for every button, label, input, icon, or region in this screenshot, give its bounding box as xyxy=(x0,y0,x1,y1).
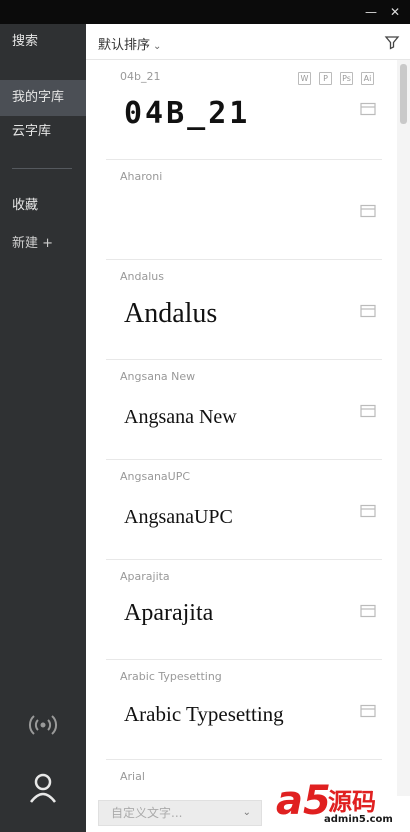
sort-label: 默认排序 xyxy=(98,38,151,53)
user-account-icon[interactable] xyxy=(28,772,58,804)
watermark-site: admin5.com xyxy=(324,814,393,825)
custom-text-input[interactable]: 自定义文字... ⌄ xyxy=(98,800,262,826)
font-preview: 04B_21 xyxy=(124,96,251,131)
custom-text-placeholder: 自定义文字... xyxy=(111,806,183,820)
font-list: 04b_21 W P Ps Ai 04B_21 Aharoni Andalus And… xyxy=(86,60,396,796)
sidebar-item-cloud-library[interactable]: 云字库 xyxy=(0,114,86,150)
chevron-down-icon: ⌄ xyxy=(153,41,162,52)
powerpoint-badge-icon[interactable]: P xyxy=(319,72,332,85)
font-name: Aharoni xyxy=(120,170,163,183)
font-preview: AngsanaUPC xyxy=(124,506,233,528)
sort-dropdown[interactable]: 默认排序 ⌄ xyxy=(98,34,161,53)
minimize-button[interactable]: — xyxy=(362,3,380,21)
font-folder-icon[interactable] xyxy=(360,304,376,318)
watermark-a5: a5 xyxy=(276,778,331,824)
sidebar-item-search[interactable]: 搜索 xyxy=(0,24,86,60)
toolbar: 默认排序 ⌄ xyxy=(86,24,410,60)
font-name: Aparajita xyxy=(120,570,170,583)
sidebar-item-my-library[interactable]: 我的字库 xyxy=(0,80,86,116)
font-item[interactable]: AngsanaUPC AngsanaUPC xyxy=(106,460,382,560)
scrollbar-thumb[interactable] xyxy=(400,64,407,124)
main-panel: 默认排序 ⌄ 04b_21 W P Ps Ai 04B_21 Aharoni Andal… xyxy=(86,24,410,832)
font-preview: Arabic Typesetting xyxy=(124,702,284,726)
font-item[interactable]: Andalus Andalus xyxy=(106,260,382,360)
font-folder-icon[interactable] xyxy=(360,604,376,618)
font-folder-icon[interactable] xyxy=(360,404,376,418)
font-item[interactable]: Aparajita Aparajita xyxy=(106,560,382,660)
chevron-down-icon[interactable]: ⌄ xyxy=(243,801,251,825)
word-badge-icon[interactable]: W xyxy=(298,72,311,85)
watermark-cn-text: 源码 xyxy=(328,788,376,816)
font-folder-icon[interactable] xyxy=(360,504,376,518)
broadcast-icon[interactable] xyxy=(28,714,58,736)
sidebar-item-favorites[interactable]: 收藏 xyxy=(0,188,86,224)
close-button[interactable]: ✕ xyxy=(386,3,404,21)
font-name: Arabic Typesetting xyxy=(120,670,222,683)
filter-icon[interactable] xyxy=(384,34,400,50)
scrollbar[interactable] xyxy=(397,60,410,796)
font-preview: Andalus xyxy=(124,298,218,329)
font-folder-icon[interactable] xyxy=(360,102,376,116)
photoshop-badge-icon[interactable]: Ps xyxy=(340,72,353,85)
app-badges: W P Ps Ai xyxy=(298,66,382,85)
sidebar-divider xyxy=(12,168,72,169)
font-name: Andalus xyxy=(120,270,164,283)
font-name: Angsana New xyxy=(120,370,196,383)
sidebar-new-button[interactable]: 新建 + xyxy=(12,232,53,251)
font-name: Arial xyxy=(120,770,145,783)
font-item[interactable]: Angsana New Angsana New xyxy=(106,360,382,460)
font-folder-icon[interactable] xyxy=(360,204,376,218)
font-item[interactable]: Aharoni xyxy=(106,160,382,260)
font-folder-icon[interactable] xyxy=(360,704,376,718)
font-name: AngsanaUPC xyxy=(120,470,191,483)
font-item[interactable]: 04b_21 W P Ps Ai 04B_21 xyxy=(106,60,382,160)
watermark-logo: a5 源码 admin5.com xyxy=(276,776,410,832)
font-preview: Angsana New xyxy=(124,406,237,428)
illustrator-badge-icon[interactable]: Ai xyxy=(361,72,374,85)
font-name: 04b_21 xyxy=(120,70,161,83)
title-bar: — ✕ xyxy=(0,0,410,24)
font-item[interactable]: Arabic Typesetting Arabic Typesetting xyxy=(106,660,382,760)
font-preview: Aparajita xyxy=(124,600,214,626)
sidebar: 搜索 我的字库 云字库 收藏 新建 + xyxy=(0,24,86,832)
